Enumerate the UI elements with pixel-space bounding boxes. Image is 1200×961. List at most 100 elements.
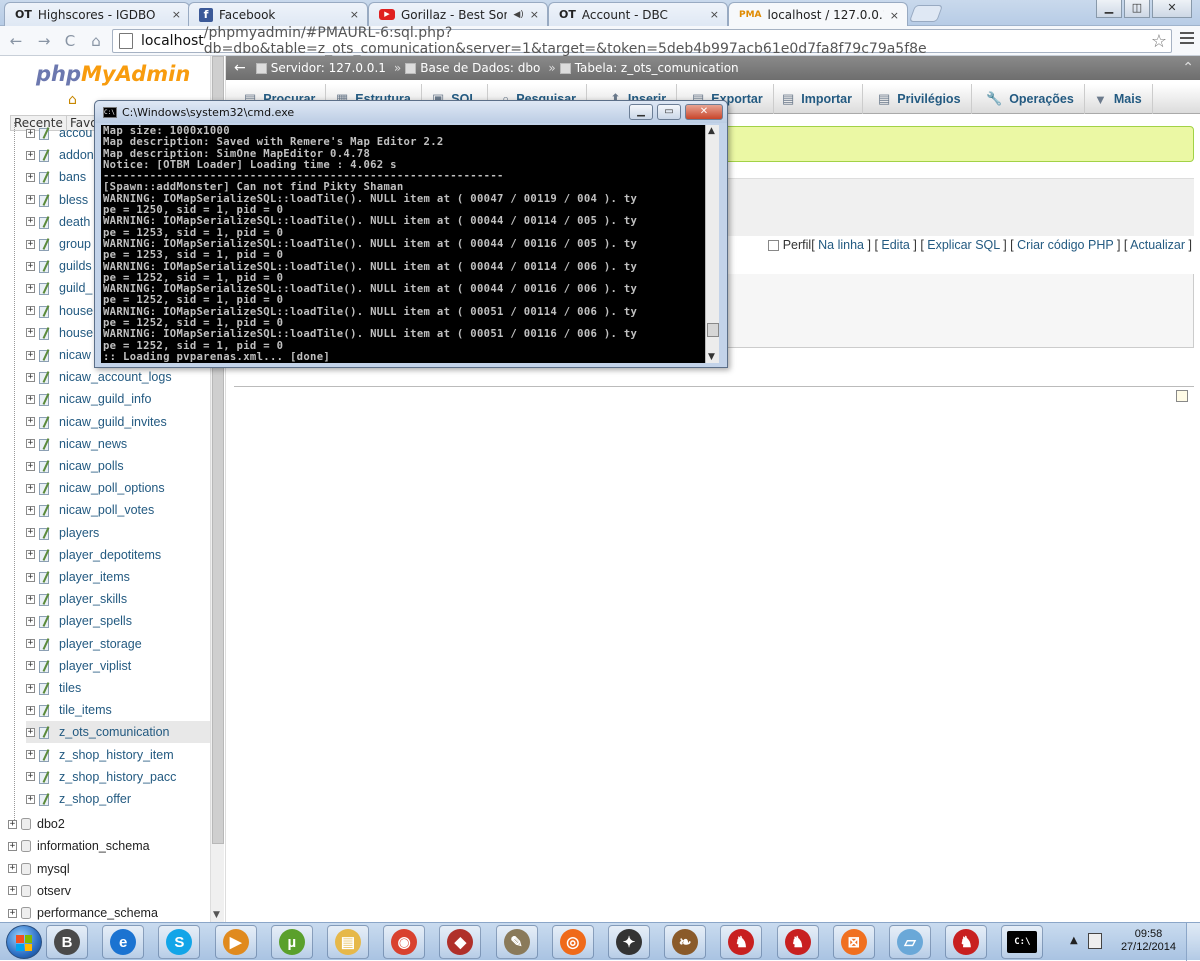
table-name[interactable]: nicaw_guild_invites <box>59 415 167 429</box>
table-structure-icon[interactable] <box>39 749 55 762</box>
expand-icon[interactable]: + <box>26 750 35 760</box>
cmd-console-output[interactable]: Map size: 1000x1000 Map description: Save… <box>101 125 705 363</box>
expand-icon[interactable]: + <box>26 661 35 671</box>
table-item[interactable]: + nicaw_poll_options <box>26 477 210 499</box>
show-desktop-button[interactable] <box>1186 923 1200 961</box>
table-name[interactable]: accou <box>59 126 92 140</box>
table-name[interactable]: player_storage <box>59 637 142 651</box>
expand-icon[interactable]: + <box>26 350 35 360</box>
table-name[interactable]: house <box>59 326 93 340</box>
table-item[interactable]: + player_storage <box>26 633 210 655</box>
menu-tab[interactable]: ▼ Mais <box>1084 84 1153 114</box>
table-name[interactable]: z_shop_history_pacc <box>59 770 176 784</box>
squirrel-taskbar-button[interactable]: ❧ <box>664 925 707 959</box>
table-name[interactable]: guilds <box>59 259 92 273</box>
table-name[interactable]: nicaw_guild_info <box>59 392 151 406</box>
tab-highscores[interactable]: OT Highscores - IGDBO × <box>4 2 190 26</box>
expand-icon[interactable]: + <box>26 239 35 249</box>
expand-icon[interactable]: + <box>26 417 35 427</box>
expand-icon[interactable]: + <box>26 616 35 626</box>
scrollbar-thumb[interactable] <box>707 323 719 337</box>
table-name[interactable]: addon <box>59 148 94 162</box>
skype-taskbar-button[interactable]: S <box>158 925 201 959</box>
table-item[interactable]: + player_viplist <box>26 655 210 677</box>
console-toggle-icon[interactable] <box>1176 390 1188 402</box>
bookmark-star-icon[interactable]: ☆ <box>1151 31 1167 52</box>
database-name[interactable]: mysql <box>37 862 70 876</box>
start-button[interactable] <box>6 925 42 959</box>
table-name[interactable]: group <box>59 237 91 251</box>
table-structure-icon[interactable] <box>39 349 55 362</box>
table-item[interactable]: + players <box>26 522 210 544</box>
expand-icon[interactable]: + <box>26 683 35 693</box>
database-name[interactable]: dbo2 <box>37 817 65 831</box>
home-icon[interactable]: ⌂ <box>68 92 77 108</box>
expand-icon[interactable]: + <box>8 886 17 896</box>
table-item[interactable]: + tiles <box>26 677 210 699</box>
audio-playing-icon[interactable]: ◀) <box>513 10 523 20</box>
file-explorer-taskbar-button[interactable]: ▤ <box>327 925 369 959</box>
otclient-1-taskbar-button[interactable]: ♞ <box>720 925 763 959</box>
table-structure-icon[interactable] <box>39 149 55 163</box>
home-button[interactable]: ⌂ <box>86 30 106 52</box>
table-name[interactable]: house <box>59 304 93 318</box>
expand-icon[interactable]: + <box>8 819 17 829</box>
cmd-close-button[interactable]: ✕ <box>685 104 723 120</box>
table-name[interactable]: player_depotitems <box>59 548 161 562</box>
table-item[interactable]: + z_ots_comunication <box>26 721 210 744</box>
expand-icon[interactable]: + <box>26 772 35 782</box>
database-name[interactable]: performance_schema <box>37 906 158 920</box>
table-structure-icon[interactable] <box>39 194 55 207</box>
explorer-user-taskbar-button[interactable]: B <box>46 925 88 959</box>
table-name[interactable]: tiles <box>59 681 81 695</box>
expand-icon[interactable]: + <box>26 794 35 804</box>
tab-youtube-gorillaz[interactable]: ▶ Gorillaz - Best Songs C ◀) × <box>368 2 548 26</box>
database-item[interactable]: + dbo2 <box>8 813 192 835</box>
expand-icon[interactable]: + <box>8 864 17 874</box>
expand-icon[interactable]: + <box>26 461 35 471</box>
menu-tab[interactable]: 🔧 Operações <box>976 84 1085 114</box>
expand-icon[interactable]: + <box>26 528 35 538</box>
table-structure-icon[interactable] <box>39 305 55 318</box>
expand-icon[interactable]: + <box>26 572 35 582</box>
table-structure-icon[interactable] <box>39 127 55 140</box>
profile-checkbox[interactable] <box>767 239 779 251</box>
clock[interactable]: 09:58 27/12/2014 <box>1121 928 1176 954</box>
expand-icon[interactable]: + <box>26 594 35 604</box>
tab-account-dbc[interactable]: OT Account - DBC × <box>548 2 728 26</box>
table-structure-icon[interactable] <box>39 615 55 629</box>
expand-icon[interactable]: + <box>26 328 35 338</box>
table-structure-icon[interactable] <box>39 726 55 740</box>
table-name[interactable]: death <box>59 215 90 229</box>
table-name[interactable]: player_items <box>59 570 130 584</box>
table-item[interactable]: + nicaw_guild_invites <box>26 411 210 433</box>
cmd-maximize-button[interactable]: ▭ <box>657 104 681 120</box>
scroll-down-arrow-icon[interactable]: ▼ <box>213 910 220 920</box>
close-tab-icon[interactable]: × <box>710 8 719 21</box>
collapse-topbar-icon[interactable]: ⌃ <box>1182 60 1194 76</box>
table-item[interactable]: + nicaw_guild_info <box>26 388 210 410</box>
table-item[interactable]: + z_shop_offer <box>26 788 210 810</box>
table-item[interactable]: + nicaw_account_logs <box>26 366 210 388</box>
table-name[interactable]: players <box>59 526 99 540</box>
expand-icon[interactable]: + <box>26 150 35 160</box>
close-tab-icon[interactable]: × <box>890 9 899 22</box>
expand-icon[interactable]: + <box>26 439 35 449</box>
expand-icon[interactable]: + <box>26 195 35 205</box>
expand-icon[interactable]: + <box>26 172 35 182</box>
table-item[interactable]: + player_skills <box>26 588 210 610</box>
address-bar[interactable]: localhost/phpmyadmin/#PMAURL-6:sql.php?d… <box>112 25 1172 57</box>
table-name[interactable]: nicaw_poll_votes <box>59 503 154 517</box>
expand-icon[interactable]: + <box>26 372 35 382</box>
table-item[interactable]: + tile_items <box>26 699 210 721</box>
notepad-taskbar-button[interactable]: ▱ <box>889 925 931 959</box>
expand-icon[interactable]: + <box>26 505 35 515</box>
table-name[interactable]: guild_ <box>59 281 92 295</box>
table-name[interactable]: tile_items <box>59 703 112 717</box>
show-hidden-icons-icon[interactable]: ▲ <box>1070 935 1078 946</box>
table-name[interactable]: player_spells <box>59 614 132 628</box>
table-name[interactable]: z_ots_comunication <box>59 725 169 739</box>
table-name[interactable]: bless <box>59 193 88 207</box>
close-tab-icon[interactable]: × <box>530 8 539 21</box>
tab-facebook[interactable]: f Facebook × <box>188 2 368 26</box>
